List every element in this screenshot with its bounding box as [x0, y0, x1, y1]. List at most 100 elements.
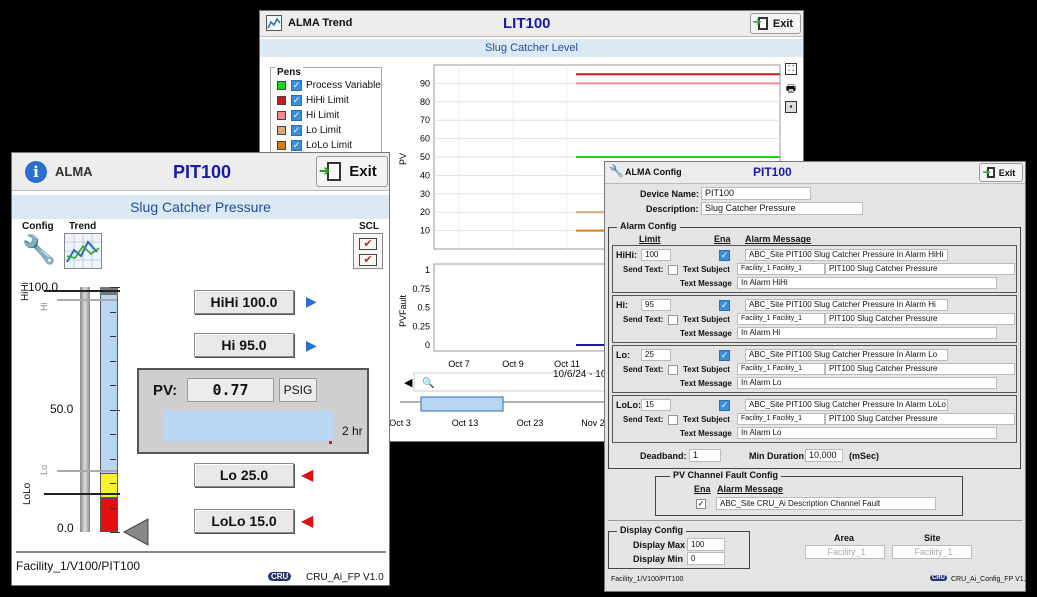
text-subject-a-input[interactable]: Facility_1 Facility_1	[737, 413, 825, 425]
exit-door-icon: ➔	[753, 17, 768, 30]
alarm-limit-input[interactable]: 25	[641, 349, 671, 361]
pen-item[interactable]: ✓ Lo Limit	[277, 125, 341, 136]
zoom-fit-icon[interactable]: ⛶	[785, 63, 797, 75]
range-prev-icon: ◀	[404, 377, 413, 389]
send-text-checkbox[interactable]	[668, 265, 678, 275]
description-label: Description:	[646, 204, 699, 214]
print-icon[interactable]: 🖶	[785, 83, 797, 95]
pen-checkbox[interactable]: ✓	[291, 125, 302, 136]
fault-ena-checkbox[interactable]: ✓	[696, 499, 706, 509]
text-subject-b-input[interactable]: PIT100 Slug Catcher Pressure	[825, 313, 1015, 325]
pit-subtitle: Slug Catcher Pressure	[12, 195, 389, 219]
save-icon[interactable]: ▪	[785, 101, 797, 113]
scl-checklist-icon[interactable]: ✔ ✔	[353, 233, 383, 269]
alarm-row: LoLo: 15 ✓ ABC_Site PIT100 Slug Catcher Pre…	[612, 395, 1017, 443]
cfg-title: PIT100	[753, 165, 792, 179]
trend-graph-icon[interactable]	[64, 233, 102, 269]
bar-tick	[110, 483, 116, 484]
hi-limit-button[interactable]: Hi 95.0	[194, 333, 294, 357]
alarm-enable-checkbox[interactable]: ✓	[719, 350, 730, 361]
y-tick-label: 60	[420, 134, 430, 144]
y-tick-label: 70	[420, 115, 430, 125]
text-subject-a-input[interactable]: Facility_1 Facility_1	[737, 313, 825, 325]
lolo-alarm-bell-icon[interactable]: ◀	[301, 511, 313, 531]
hihi-arrow-icon[interactable]: ▶	[306, 293, 317, 310]
cfg-exit-button[interactable]: ➔ Exit	[979, 163, 1023, 182]
alarm-message-input[interactable]: ABC_Site PIT100 Slug Catcher Pressure In…	[745, 249, 948, 261]
text-message-input[interactable]: In Alarm HiHi	[737, 277, 997, 289]
hihi-limit-button[interactable]: HiHi 100.0	[194, 290, 294, 314]
pen-item[interactable]: ✓ Hi Limit	[277, 110, 339, 121]
text-subject-label: Text Subject	[683, 365, 730, 374]
navigator-tick-label: Oct 13	[452, 418, 479, 428]
fault-msg-label: Alarm Message	[717, 484, 784, 494]
alarm-enable-checkbox[interactable]: ✓	[719, 250, 730, 261]
col-ena: Ena	[714, 234, 731, 244]
trend-label: Trend	[69, 221, 97, 232]
trend-app-label: ALMA Trend	[288, 17, 353, 29]
alarm-limit-input[interactable]: 95	[641, 299, 671, 311]
display-min-input[interactable]: 0	[687, 552, 725, 565]
lo-line	[57, 470, 117, 472]
description-input[interactable]: Slug Catcher Pressure	[701, 202, 863, 215]
trend-app-icon	[266, 15, 282, 31]
x-tick-label: Oct 11	[554, 359, 580, 369]
text-message-input[interactable]: In Alarm Lo	[737, 377, 997, 389]
alarm-limit-input[interactable]: 100	[641, 249, 671, 261]
send-text-checkbox[interactable]	[668, 365, 678, 375]
device-name-input[interactable]: PIT100	[701, 187, 811, 200]
alarm-enable-checkbox[interactable]: ✓	[719, 300, 730, 311]
text-message-input[interactable]: In Alarm Hi	[737, 327, 997, 339]
alarm-message-input[interactable]: ABC_Site PIT100 Slug Catcher Pressure In…	[745, 399, 948, 411]
send-text-label: Send Text:	[623, 315, 664, 324]
bar-tick	[110, 434, 116, 435]
alarm-enable-checkbox[interactable]: ✓	[719, 400, 730, 411]
text-subject-a-input[interactable]: Facility_1 Facility_1	[737, 263, 825, 275]
text-subject-b-input[interactable]: PIT100 Slug Catcher Pressure	[825, 363, 1015, 375]
range-zoom-icon: 🔍	[422, 376, 434, 389]
alarm-message-input[interactable]: ABC_Site PIT100 Slug Catcher Pressure In…	[745, 349, 948, 361]
alarm-level-label: HiHi:	[616, 250, 637, 260]
pv-pointer-icon	[122, 518, 149, 546]
send-text-label: Send Text:	[623, 265, 664, 274]
sparkline-dot	[329, 441, 332, 444]
text-subject-a-input[interactable]: Facility_1 Facility_1	[737, 363, 825, 375]
pen-item[interactable]: ✓ Process Variable	[277, 80, 381, 91]
config-wrench-icon[interactable]: 🔧	[20, 233, 58, 269]
pen-checkbox[interactable]: ✓	[291, 80, 302, 91]
pen-checkbox[interactable]: ✓	[291, 110, 302, 121]
lo-limit-button[interactable]: Lo 25.0	[194, 463, 294, 487]
x-tick-label: Oct 9	[502, 359, 524, 369]
hi-arrow-icon[interactable]: ▶	[306, 337, 317, 354]
send-text-checkbox[interactable]	[668, 415, 678, 425]
pen-checkbox[interactable]: ✓	[291, 95, 302, 106]
trend-title: LIT100	[503, 15, 551, 32]
trend-exit-button[interactable]: ➔ Exit	[750, 13, 801, 34]
send-text-checkbox[interactable]	[668, 315, 678, 325]
alarm-message-input[interactable]: ABC_Site PIT100 Slug Catcher Pressure In…	[745, 299, 948, 311]
text-message-input[interactable]: In Alarm Lo	[737, 427, 997, 439]
display-min-label: Display Min	[633, 554, 684, 564]
info-icon[interactable]: i	[25, 161, 47, 183]
text-subject-b-input[interactable]: PIT100 Slug Catcher Pressure	[825, 263, 1015, 275]
lolo-side-label: LoLo	[22, 482, 33, 505]
deadband-input[interactable]: 1	[689, 449, 721, 462]
pen-checkbox[interactable]: ✓	[291, 140, 302, 151]
alarm-limit-input[interactable]: 15	[641, 399, 671, 411]
deadband-label: Deadband:	[640, 451, 687, 461]
col-limit: Limit	[639, 234, 661, 244]
bar-tick	[110, 287, 120, 288]
pen-label: Hi Limit	[306, 110, 340, 122]
text-subject-b-input[interactable]: PIT100 Slug Catcher Pressure	[825, 413, 1015, 425]
send-text-label: Send Text:	[623, 365, 664, 374]
lolo-limit-button[interactable]: LoLo 15.0	[194, 509, 294, 533]
pen-item[interactable]: ✓ LoLo Limit	[277, 140, 352, 151]
min-duration-input[interactable]: 10,000	[805, 449, 843, 462]
pv-value: 0.77	[187, 378, 274, 402]
pit-exit-button[interactable]: ➔ Exit	[316, 156, 388, 187]
fault-msg-input[interactable]: ABC_Site CRU_Ai Description Channel Faul…	[716, 497, 936, 510]
lo-alarm-bell-icon[interactable]: ◀	[301, 465, 313, 485]
display-max-input[interactable]: 100	[687, 538, 725, 551]
footer-divider	[16, 551, 386, 553]
pen-item[interactable]: ✓ HiHi Limit	[277, 95, 349, 106]
